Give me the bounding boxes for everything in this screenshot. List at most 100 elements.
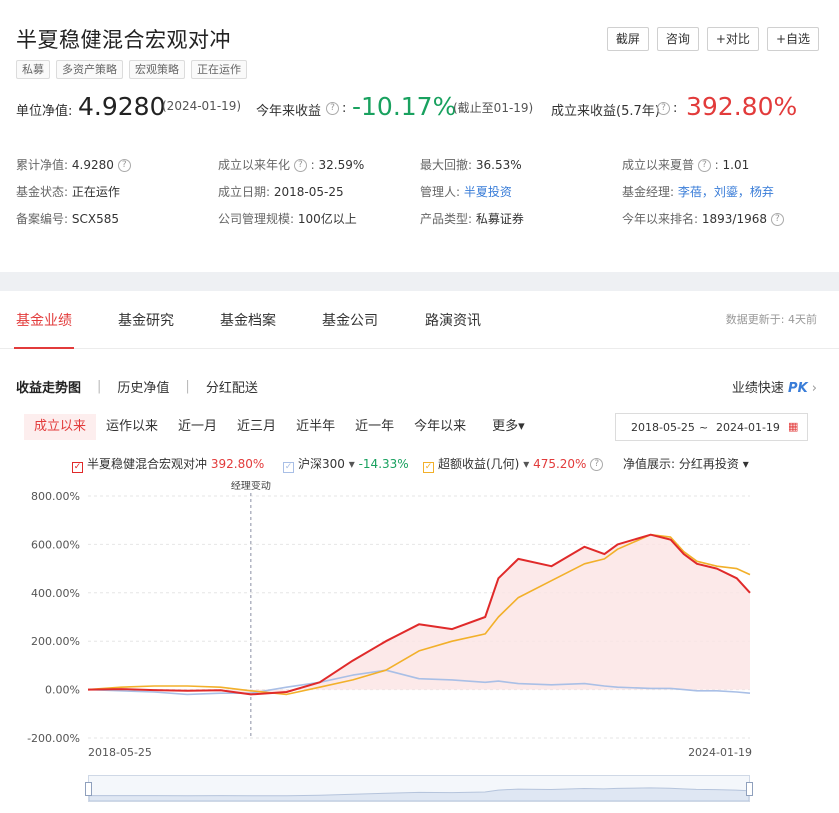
navigator-left-handle[interactable] <box>85 782 92 796</box>
info-value: 100亿以上 <box>297 212 357 226</box>
unit-nav-label: 单位净值: <box>16 104 73 119</box>
ytd-label: 今年来收益 <box>256 104 322 119</box>
y-tick-label: 200.00% <box>31 635 80 648</box>
net-display-selector[interactable]: 净值展示: 分红再投资 ▾ <box>623 455 749 472</box>
dropdown-caret-icon[interactable]: ▾ <box>349 457 355 471</box>
help-icon[interactable]: ? <box>293 159 307 172</box>
return-trend-chart[interactable]: 800.00% 600.00% 400.00% 200.00% 0.00% -200.00… <box>0 481 839 771</box>
screenshot-button[interactable]: 截屏 <box>606 27 649 51</box>
chart-navigator[interactable] <box>85 775 753 802</box>
range-6m[interactable]: 近半年 <box>286 414 345 440</box>
info-row: 备案编号: SCX585 公司管理规模: 100亿以上 产品类型: 私募证券 今… <box>16 210 826 237</box>
chevron-right-icon: › <box>811 381 817 396</box>
info-label: 成立以来夏普 <box>622 158 695 172</box>
y-tick-label: 0.00% <box>45 684 80 697</box>
y-tick-label: 600.00% <box>31 538 80 551</box>
info-value: 正在运作 <box>71 185 120 199</box>
help-icon[interactable]: ? <box>117 159 131 172</box>
ytd-value: -10.17% <box>352 92 457 121</box>
tab-research[interactable]: 基金研究 <box>118 310 174 330</box>
tag-macro: 宏观策略 <box>129 60 185 79</box>
date-range-picker[interactable]: 2018-05-25 ~ 2024-01-19 ▦ <box>615 413 808 441</box>
divider: | <box>185 379 190 394</box>
fund-tags: 私募 多资产策略 宏观策略 正在运作 <box>16 60 247 79</box>
range-since-inception[interactable]: 成立以来 <box>24 414 97 440</box>
since-inception-value: 392.80% <box>686 92 798 121</box>
help-icon[interactable]: ? <box>590 458 604 471</box>
unit-nav-date: (2024-01-19) <box>162 99 242 113</box>
quick-pk-link[interactable]: 业绩快速 PK › <box>732 377 817 396</box>
fund-title: 半夏稳健混合宏观对冲 <box>16 28 231 52</box>
info-label: 备案编号: <box>16 212 69 226</box>
compare-button[interactable]: +对比 <box>706 27 759 51</box>
help-icon[interactable]: ? <box>697 159 711 172</box>
legend-fund[interactable]: ✓ 半夏稳健混合宏观对冲 392.80% <box>72 455 264 473</box>
ytd-help-icon[interactable]: ? <box>326 102 339 115</box>
range-more-dropdown[interactable]: 更多▾ <box>482 414 535 440</box>
info-value: 2018-05-25 <box>273 185 344 199</box>
info-label: 管理人: <box>420 185 461 199</box>
info-value: 1.01 <box>722 158 750 172</box>
legend-excess[interactable]: ✓ 超额收益(几何) ▾ 475.20% ? <box>423 455 604 473</box>
range-1m[interactable]: 近一月 <box>168 414 227 440</box>
navigator-right-handle[interactable] <box>746 782 753 796</box>
tab-company[interactable]: 基金公司 <box>322 310 378 330</box>
legend-excess-name: 超额收益(几何) <box>438 457 520 471</box>
manager-company-link[interactable]: 半夏投资 <box>464 185 512 199</box>
info-label: 公司管理规模: <box>218 212 295 226</box>
start-date: 2018-05-25 <box>631 421 695 434</box>
quick-label: 业绩快速 <box>731 381 784 396</box>
dropdown-caret-icon[interactable]: ▾ <box>523 457 529 471</box>
legend-hs300[interactable]: ✓ 沪深300 ▾ -14.33% <box>283 455 409 473</box>
performance-card: 基金业绩 基金研究 基金档案 基金公司 路演资讯 数据更新于: 4天前 收益走势… <box>0 291 839 813</box>
tab-roadshow[interactable]: 路演资讯 <box>425 310 481 330</box>
info-row: 累计净值: 4.9280 ? 成立以来年化 ? : 32.59% 最大回撤: 3… <box>16 158 750 172</box>
checkbox-checked-icon[interactable]: ✓ <box>283 462 294 473</box>
range-1y[interactable]: 近一年 <box>345 414 404 440</box>
header-actions: 截屏 咨询 +对比 +自选 <box>606 27 819 51</box>
navigator-area <box>89 787 749 801</box>
dropdown-caret-icon: ▾ <box>742 457 749 471</box>
subtab-dividend[interactable]: 分红配送 <box>206 377 258 396</box>
legend-hs300-value: -14.33% <box>358 457 409 471</box>
subtab-history-nav[interactable]: 历史净值 <box>117 377 169 396</box>
annotation-label: 经理变动 <box>231 481 271 492</box>
help-icon[interactable]: ? <box>770 213 784 226</box>
info-label: 累计净值: <box>16 158 69 172</box>
y-tick-label: 800.00% <box>31 490 80 503</box>
since-help-icon[interactable]: ? <box>657 102 670 115</box>
watchlist-button[interactable]: +自选 <box>766 27 819 51</box>
info-value: SCX585 <box>71 212 119 226</box>
info-value: 4.9280 <box>71 158 114 172</box>
info-label: 基金经理: <box>622 185 675 199</box>
y-tick-label: -200.00% <box>27 732 80 745</box>
info-value: 1893/1968 <box>701 212 767 226</box>
subtab-return-trend[interactable]: 收益走势图 <box>16 377 81 396</box>
net-display-label: 净值展示: <box>623 457 676 471</box>
range-since-operation[interactable]: 运作以来 <box>96 414 168 440</box>
tag-multi-asset: 多资产策略 <box>56 60 123 79</box>
checkbox-checked-icon[interactable]: ✓ <box>72 462 83 473</box>
tab-profile[interactable]: 基金档案 <box>220 310 276 330</box>
range-3m[interactable]: 近三月 <box>227 414 286 440</box>
tilde: ~ <box>699 421 709 434</box>
colon: : <box>673 101 678 116</box>
range-selector: 成立以来 运作以来 近一月 近三月 近半年 近一年 今年以来 更多▾ <box>24 414 535 440</box>
info-label: 基金状态: <box>16 185 69 199</box>
divider: | <box>97 379 102 394</box>
fund-managers-link[interactable]: 李蓓，刘鎏，杨弃 <box>678 185 774 199</box>
tab-performance[interactable]: 基金业绩 <box>16 310 72 330</box>
info-label: 产品类型: <box>420 212 473 226</box>
end-date: 2024-01-19 <box>716 421 780 434</box>
range-ytd[interactable]: 今年以来 <box>404 414 476 440</box>
legend-fund-name: 半夏稳健混合宏观对冲 <box>87 457 208 471</box>
checkbox-checked-icon[interactable]: ✓ <box>423 462 434 473</box>
nav-summary: 单位净值: 4.9280 (2024-01-19) 今年来收益 ? : -10.… <box>16 92 826 126</box>
tag-private: 私募 <box>16 60 50 79</box>
legend-excess-value: 475.20% <box>533 457 587 471</box>
calendar-icon[interactable]: ▦ <box>788 420 798 433</box>
net-display-value: 分红再投资 <box>678 457 739 471</box>
unit-nav-value: 4.9280 <box>78 92 166 121</box>
consult-button[interactable]: 咨询 <box>656 27 699 51</box>
info-label: 最大回撤: <box>420 158 473 172</box>
